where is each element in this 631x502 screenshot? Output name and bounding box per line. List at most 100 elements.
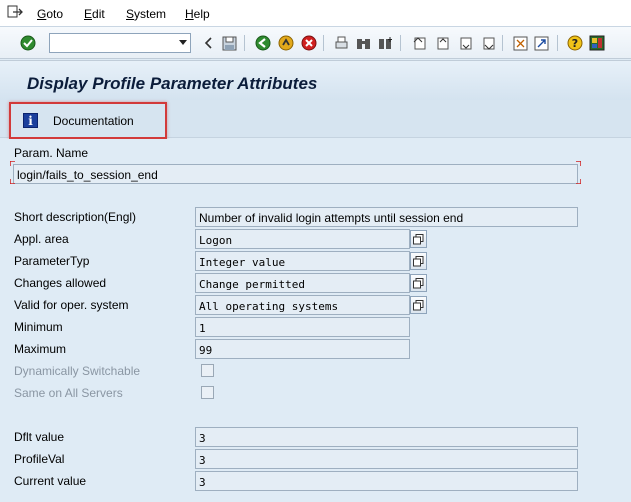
history-back-button[interactable]: [199, 34, 217, 52]
valid-os-label: Valid for oper. system: [14, 298, 129, 312]
save-button[interactable]: [220, 34, 238, 52]
toolbar-separator: [502, 35, 503, 51]
maximum-label: Maximum: [14, 342, 67, 356]
back-button[interactable]: [254, 34, 272, 52]
print-icon: [335, 36, 347, 48]
menu-edit[interactable]: Edit: [84, 7, 105, 21]
profile-value: 3: [199, 454, 206, 467]
valid-os-field[interactable]: All operating systems: [195, 295, 410, 315]
menu-system-rest: ystem: [134, 7, 167, 21]
menu-system[interactable]: System: [126, 7, 166, 21]
checkmark-icon: [20, 35, 36, 51]
documentation-label: Documentation: [53, 113, 134, 128]
param-name-label: Param. Name: [14, 146, 89, 160]
parameter-type-label: ParameterTyp: [14, 254, 90, 268]
current-value: 3: [199, 476, 206, 489]
changes-allowed-value: Change permitted: [199, 278, 305, 291]
chevron-down-icon[interactable]: [179, 40, 187, 45]
customize-layout-button[interactable]: [588, 34, 606, 52]
menu-help[interactable]: Help: [185, 7, 210, 21]
dynamically-switchable-label: Dynamically Switchable: [14, 364, 141, 378]
maximum-field[interactable]: 99: [195, 339, 410, 359]
value-help-icon: [413, 299, 424, 310]
help-icon: ?: [567, 35, 583, 51]
previous-page-icon: [437, 37, 448, 49]
standard-toolbar: ?: [0, 27, 631, 59]
parameter-type-value-help-button[interactable]: [410, 252, 427, 270]
menu-help-rest: elp: [193, 7, 210, 21]
find-button[interactable]: [354, 34, 372, 52]
short-description-label: Short description(Engl): [14, 210, 137, 224]
default-value: 3: [199, 432, 206, 445]
short-description-value: Number of invalid login attempts until s…: [199, 211, 464, 225]
value-help-icon: [413, 277, 424, 288]
documentation-button[interactable]: i Documentation: [9, 102, 167, 139]
menu-goto-accel: G: [37, 7, 47, 21]
first-page-icon: [413, 36, 425, 49]
param-name-field[interactable]: login/fails_to_session_end: [13, 164, 578, 184]
cancel-button[interactable]: [300, 34, 318, 52]
current-value-field[interactable]: 3: [195, 471, 578, 491]
svg-text:?: ?: [572, 37, 578, 50]
shortcut-icon: [534, 36, 548, 50]
help-button[interactable]: ?: [566, 34, 584, 52]
required-corner-marker: [576, 179, 581, 184]
menu-help-accel: H: [185, 7, 194, 21]
previous-page-button[interactable]: [433, 34, 451, 52]
required-corner-marker: [10, 161, 15, 166]
last-page-icon: [483, 37, 494, 50]
minimum-field[interactable]: 1: [195, 317, 410, 337]
dynamically-switchable-checkbox[interactable]: [201, 364, 214, 377]
value-help-icon: [413, 255, 424, 266]
short-description-field[interactable]: Number of invalid login attempts until s…: [195, 207, 578, 227]
appl-area-field[interactable]: Logon: [195, 229, 410, 249]
valid-os-value: All operating systems: [199, 300, 339, 313]
exit-button[interactable]: [277, 34, 295, 52]
info-icon: i: [23, 113, 38, 128]
command-field[interactable]: [49, 33, 191, 53]
print-button[interactable]: [332, 34, 350, 52]
enter-button[interactable]: [19, 34, 37, 52]
title-bar: Display Profile Parameter Attributes: [0, 60, 631, 100]
default-value-label: Dflt value: [14, 430, 65, 444]
appl-area-label: Appl. area: [14, 232, 69, 246]
menu-goto[interactable]: Goto: [37, 7, 63, 21]
value-help-icon: [413, 233, 424, 244]
menu-bar: Goto Edit System Help: [0, 0, 631, 27]
next-page-button[interactable]: [456, 34, 474, 52]
menu-goto-rest: oto: [46, 7, 64, 21]
menu-edit-accel: E: [84, 7, 93, 21]
last-page-button[interactable]: [479, 34, 497, 52]
toolbar-separator: [557, 35, 558, 51]
find-next-button[interactable]: [376, 34, 394, 52]
default-value-field[interactable]: 3: [195, 427, 578, 447]
valid-os-value-help-button[interactable]: [410, 296, 427, 314]
arrow-left-icon: [204, 37, 212, 49]
parameter-type-field[interactable]: Integer value: [195, 251, 410, 271]
shortcut-button[interactable]: [532, 34, 550, 52]
changes-allowed-field[interactable]: Change permitted: [195, 273, 410, 293]
binoculars-icon: [356, 38, 370, 49]
create-session-button[interactable]: [511, 34, 529, 52]
binoculars-plus-icon: [378, 36, 392, 49]
page-title: Display Profile Parameter Attributes: [27, 74, 318, 93]
profile-value-label: ProfileVal: [14, 452, 65, 466]
toolbar-separator: [244, 35, 245, 51]
maximum-value: 99: [199, 344, 213, 357]
new-session-icon: [513, 36, 527, 50]
parameter-form: Param. Name login/fails_to_session_end S…: [0, 139, 631, 502]
next-page-icon: [460, 37, 471, 49]
exit-icon: [278, 35, 294, 51]
appl-area-value-help-button[interactable]: [410, 230, 427, 248]
system-menu-icon[interactable]: [7, 5, 23, 19]
required-corner-marker: [576, 161, 581, 166]
toolbar-separator: [400, 35, 401, 51]
changes-allowed-value-help-button[interactable]: [410, 274, 427, 292]
menu-system-accel: S: [126, 7, 135, 21]
required-corner-marker: [10, 179, 15, 184]
first-page-button[interactable]: [410, 34, 428, 52]
toolbar-separator: [323, 35, 324, 51]
profile-value-field[interactable]: 3: [195, 449, 578, 469]
customize-layout-icon: [589, 35, 605, 51]
same-on-all-servers-checkbox[interactable]: [201, 386, 214, 399]
